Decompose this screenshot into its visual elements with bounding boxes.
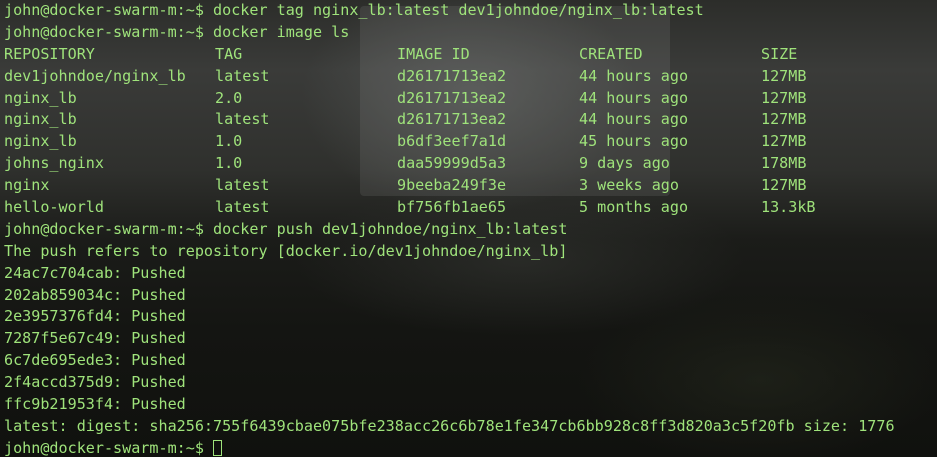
- shell-prompt: john@docker-swarm-m:~$: [4, 22, 204, 41]
- created-cell: 9 days ago: [579, 154, 670, 173]
- tag-cell: 2.0: [215, 88, 243, 107]
- pushed-layer-line: 202ab859034c: Pushed: [4, 285, 186, 304]
- command-line-image-ls: john@docker-swarm-m:~$ docker image ls: [4, 22, 895, 44]
- image-table-row: dev1johndoe/nginx_lb latest d26171713ea2 44…: [4, 66, 895, 88]
- image-table-row: hello-world latest bf756fb1ae65 5 months ag…: [4, 197, 895, 219]
- current-prompt-line[interactable]: john@docker-swarm-m:~$: [4, 438, 895, 457]
- repository-cell: nginx_lb: [4, 110, 77, 129]
- column-header-tag: TAG: [215, 44, 243, 63]
- tag-cell: 1.0: [215, 154, 243, 173]
- pushed-layer-line: 24ac7c704cab: Pushed: [4, 263, 186, 282]
- image-table-row: nginx latest 9beeba249f3e 3 weeks ago 127MB: [4, 175, 895, 197]
- terminal-output: john@docker-swarm-m:~$ docker tag nginx_…: [4, 0, 895, 457]
- size-cell: 13.3kB: [761, 198, 816, 217]
- tag-cell: latest: [215, 198, 270, 217]
- tag-cell: latest: [215, 176, 270, 195]
- terminal-window[interactable]: john@docker-swarm-m:~$ docker tag nginx_…: [0, 0, 937, 457]
- shell-prompt: john@docker-swarm-m:~$: [4, 1, 204, 19]
- image-id-cell: d26171713ea2: [397, 110, 507, 129]
- column-header-image-id: IMAGE ID: [397, 44, 470, 63]
- size-cell: 127MB: [761, 132, 807, 151]
- tag-cell: latest: [215, 110, 270, 129]
- image-id-cell: d26171713ea2: [397, 66, 507, 85]
- image-table-header: REPOSITORY TAG IMAGE ID CREATED SIZE: [4, 44, 895, 66]
- command-text: docker push dev1johndoe/nginx_lb:latest: [213, 219, 568, 238]
- created-cell: 5 months ago: [579, 198, 689, 217]
- image-id-cell: bf756fb1ae65: [397, 198, 507, 217]
- image-table-row: nginx_lb 2.0 d26171713ea2 44 hours ago 127MB: [4, 88, 895, 110]
- created-cell: 45 hours ago: [579, 132, 689, 151]
- pushed-layer-line: 2e3957376fd4: Pushed: [4, 307, 186, 326]
- shell-prompt: john@docker-swarm-m:~$: [4, 438, 204, 457]
- pushed-layer-line: 7287f5e67c49: Pushed: [4, 329, 186, 348]
- repository-cell: dev1johndoe/nginx_lb: [4, 66, 186, 85]
- size-cell: 127MB: [761, 176, 807, 195]
- repository-cell: nginx_lb: [4, 88, 77, 107]
- image-id-cell: daa59999d5a3: [397, 154, 507, 173]
- column-header-created: CREATED: [579, 44, 643, 63]
- size-cell: 178MB: [761, 154, 807, 173]
- tag-cell: latest: [215, 66, 270, 85]
- digest-line: latest: digest: sha256:755f6439cbae075bf…: [4, 416, 895, 435]
- image-table-row: nginx_lb 1.0 b6df3eef7a1d 45 hours ago 127MB: [4, 131, 895, 153]
- command-line-push: john@docker-swarm-m:~$ docker push dev1j…: [4, 219, 895, 241]
- image-id-cell: 9beeba249f3e: [397, 176, 507, 195]
- command-line-tag: john@docker-swarm-m:~$ docker tag nginx_…: [4, 0, 895, 22]
- created-cell: 44 hours ago: [579, 110, 689, 129]
- created-cell: 44 hours ago: [579, 88, 689, 107]
- shell-prompt: john@docker-swarm-m:~$: [4, 219, 204, 238]
- image-id-cell: b6df3eef7a1d: [397, 132, 507, 151]
- image-table-row: johns_nginx 1.0 daa59999d5a3 9 days ago 178M…: [4, 153, 895, 175]
- push-refers-line: The push refers to repository [docker.io…: [4, 241, 568, 260]
- repository-cell: nginx: [4, 176, 50, 195]
- created-cell: 44 hours ago: [579, 66, 689, 85]
- created-cell: 3 weeks ago: [579, 176, 679, 195]
- pushed-layer-line: 6c7de695ede3: Pushed: [4, 351, 186, 370]
- repository-cell: nginx_lb: [4, 132, 77, 151]
- image-id-cell: d26171713ea2: [397, 88, 507, 107]
- column-header-size: SIZE: [761, 44, 798, 63]
- pushed-layer-line: 2f4accd375d9: Pushed: [4, 373, 186, 392]
- command-text: docker tag nginx_lb:latest dev1johndoe/n…: [213, 1, 704, 19]
- pushed-layer-line: ffc9b21953f4: Pushed: [4, 395, 186, 414]
- size-cell: 127MB: [761, 66, 807, 85]
- repository-cell: hello-world: [4, 198, 104, 217]
- repository-cell: johns_nginx: [4, 154, 104, 173]
- size-cell: 127MB: [761, 110, 807, 129]
- command-text: docker image ls: [213, 22, 350, 41]
- image-table-row: nginx_lb latest d26171713ea2 44 hours ago 12…: [4, 109, 895, 131]
- size-cell: 127MB: [761, 88, 807, 107]
- column-header-repository: REPOSITORY: [4, 44, 95, 63]
- text-cursor[interactable]: [213, 439, 223, 456]
- tag-cell: 1.0: [215, 132, 243, 151]
